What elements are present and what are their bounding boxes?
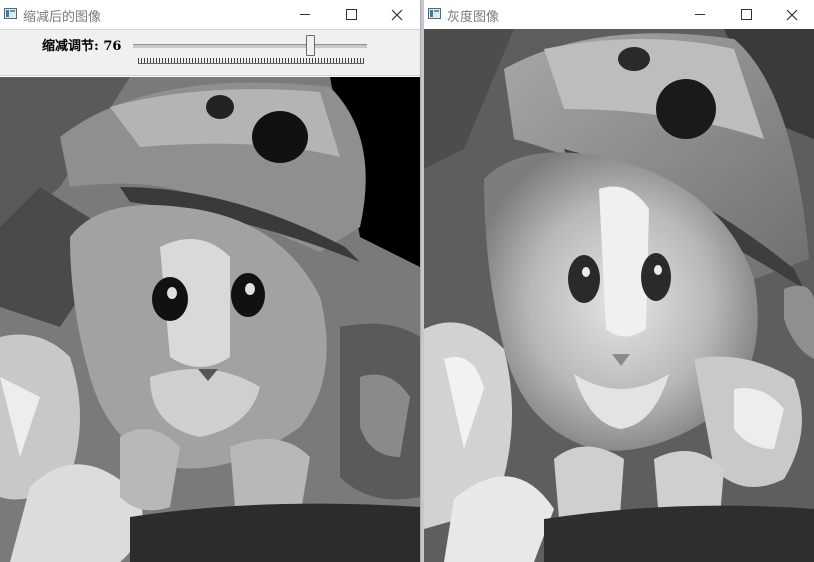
maximize-button[interactable]	[724, 0, 768, 29]
minimize-button[interactable]	[283, 0, 327, 29]
trackbar-thumb[interactable]	[306, 35, 316, 56]
close-button[interactable]	[770, 0, 814, 29]
window-app-icon	[4, 8, 17, 19]
minimize-button[interactable]	[678, 0, 722, 29]
grayscale-image-window: 灰度图像	[424, 0, 814, 562]
grayscale-image-canvas	[424, 29, 814, 562]
title-bar[interactable]: 灰度图像	[424, 0, 814, 30]
trackbar-ticks	[138, 58, 364, 64]
window-title: 缩减后的图像	[23, 10, 102, 25]
trackbar-panel: 缩减调节: 76	[0, 30, 420, 76]
close-icon	[391, 9, 403, 20]
close-button[interactable]	[375, 0, 419, 29]
title-bar[interactable]: 缩减后的图像	[0, 0, 420, 30]
window-title: 灰度图像	[447, 10, 500, 25]
reduced-image-canvas	[0, 77, 420, 562]
trackbar-label: 缩减调节: 76	[42, 39, 122, 54]
reduced-image-window: 缩减后的图像 缩减调节: 76	[0, 0, 421, 562]
maximize-button[interactable]	[329, 0, 373, 29]
trackbar-track[interactable]	[133, 44, 367, 48]
close-icon	[786, 9, 798, 20]
window-app-icon	[428, 8, 441, 19]
